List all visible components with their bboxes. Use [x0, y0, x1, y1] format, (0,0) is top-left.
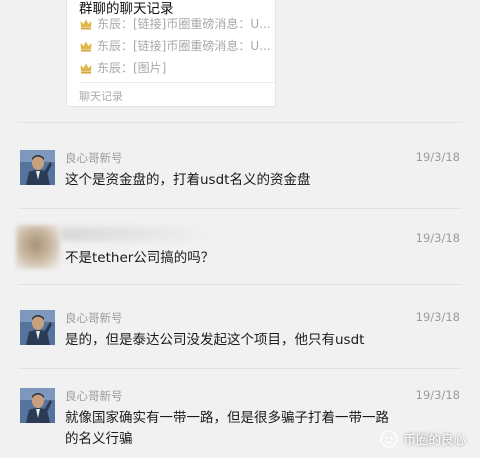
watermark-text: 币圈的良心 [403, 432, 466, 447]
message-time: 19/3/18 [415, 388, 460, 402]
message-text: 是的，但是泰达公司没发起这个项目，他只有usdt [65, 332, 365, 348]
message-text: 这个是资金盘的，打着usdt名义的资金盘 [65, 172, 311, 188]
avatar-image [20, 150, 55, 185]
divider [18, 122, 462, 123]
sender-name: 良心哥新号 [65, 311, 123, 325]
card-line-text: 东辰：[链接]币圈重磅消息：U... [97, 39, 271, 53]
message-text: 不是tether公司搞的吗？ [65, 250, 215, 266]
card-line: 东辰：[图片] [79, 59, 166, 76]
sender-name-redacted [60, 227, 210, 241]
divider [18, 208, 462, 209]
avatar[interactable] [16, 225, 60, 269]
wechat-account-icon [380, 429, 399, 448]
chat-record-card[interactable]: 群聊的聊天记录 东辰：[链接]币圈重磅消息：U... 东辰：[链接]币圈重磅消息… [66, 0, 276, 107]
avatar[interactable] [20, 150, 55, 185]
crown-icon [80, 19, 92, 29]
watermark: 币圈的良心 [380, 429, 466, 448]
avatar-image [20, 388, 55, 423]
sender-name: 良心哥新号 [65, 389, 123, 403]
sender-name: 良心哥新号 [65, 151, 123, 165]
avatar[interactable] [20, 310, 55, 345]
message-text: 就像国家确实有一带一路，但是很多骗子打着一带一路的名义行骗 [65, 410, 389, 447]
crown-icon [80, 63, 92, 73]
divider [18, 368, 462, 369]
message-time: 19/3/18 [415, 150, 460, 164]
card-line-text: 东辰：[链接]币圈重磅消息：U... [97, 17, 271, 31]
card-footer: 聊天记录 [79, 90, 123, 103]
message-time: 19/3/18 [415, 231, 460, 245]
card-divider [79, 82, 275, 83]
message-time: 19/3/18 [415, 310, 460, 324]
divider [18, 284, 462, 285]
crown-icon [80, 41, 92, 51]
card-line-text: 东辰：[图片] [97, 61, 167, 75]
avatar[interactable] [20, 388, 55, 423]
card-line: 东辰：[链接]币圈重磅消息：U... [79, 37, 271, 54]
avatar-image [20, 310, 55, 345]
card-line: 东辰：[链接]币圈重磅消息：U... [79, 15, 271, 32]
